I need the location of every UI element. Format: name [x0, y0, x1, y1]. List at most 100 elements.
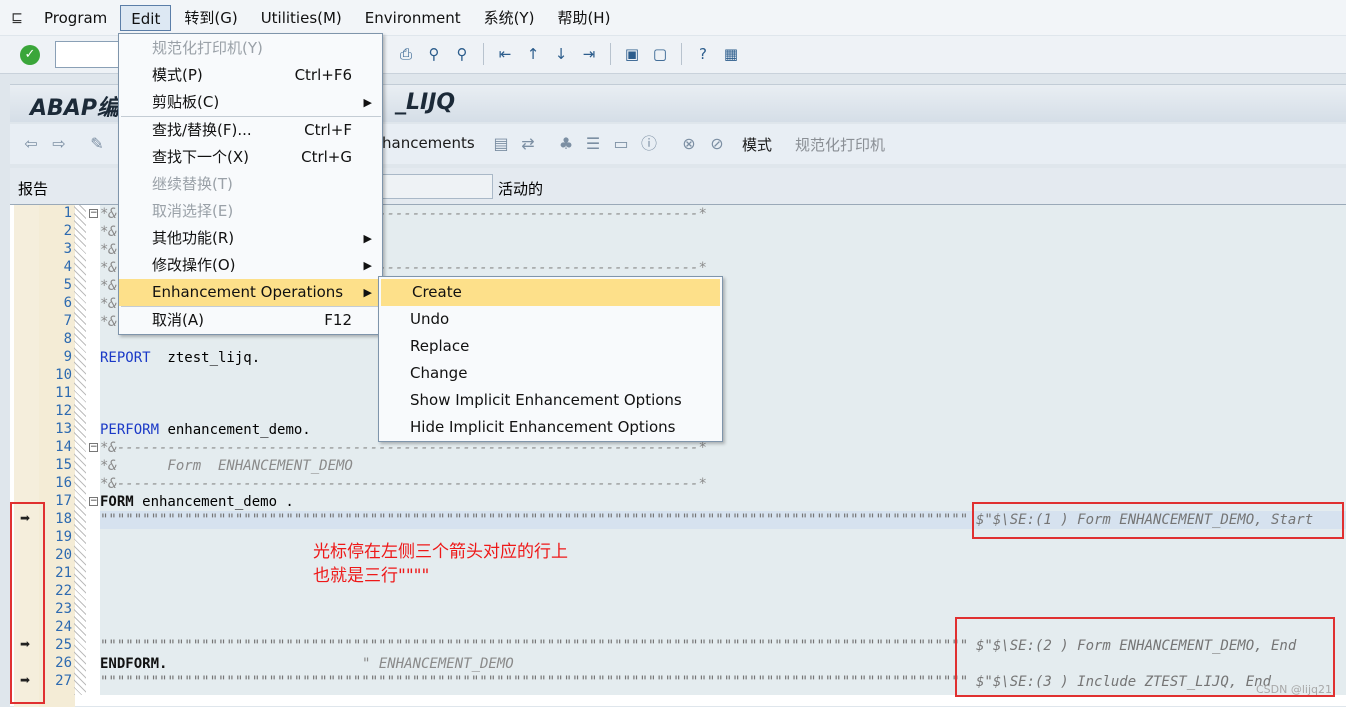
line-number: 10	[40, 367, 72, 383]
code-line: *& Form ENHANCEMENT_DEMO	[100, 457, 353, 475]
menu-item-hide-implicit[interactable]: Hide Implicit Enhancement Options	[379, 414, 722, 441]
forward-arrow-icon[interactable]: ⇨	[48, 134, 70, 154]
info-icon[interactable]: ⓘ	[638, 134, 660, 154]
shortcut-icon[interactable]: ▢	[649, 43, 671, 65]
keyword: PERFORM	[100, 422, 159, 438]
menu-goto[interactable]: 转到(G)	[174, 5, 247, 31]
enhancement-marker-line[interactable]: """"""""""""""""""""""""""""""""""""""""…	[100, 511, 970, 529]
stop-icon[interactable]: ⊘	[706, 134, 728, 154]
find-next-icon[interactable]: ⚲	[451, 43, 473, 65]
system-menu-icon[interactable]: ⊑	[0, 10, 34, 26]
find-icon[interactable]: ⚲	[423, 43, 445, 65]
menu-item-enhancement-operations[interactable]: Enhancement Operations ▶	[119, 279, 382, 306]
menu-item-show-implicit[interactable]: Show Implicit Enhancement Options	[379, 387, 722, 414]
code-line: *&	[100, 223, 117, 241]
menu-item-find-next[interactable]: 查找下一个(X)Ctrl+G	[119, 144, 382, 171]
watermark: CSDN @lijq21	[1256, 683, 1332, 696]
menu-item-change[interactable]: Change	[379, 360, 722, 387]
line-number: 8	[40, 331, 72, 347]
enhancements-button[interactable]: hancements	[382, 134, 475, 152]
display-change-icon[interactable]: ✎	[86, 134, 108, 154]
menu-edit[interactable]: Edit	[120, 5, 171, 31]
first-page-icon[interactable]: ⇤	[494, 43, 516, 65]
toolbar-icons: ⎙ ⚲ ⚲ ⇤ ↑ ↓ ⇥ ▣ ▢ ? ▦	[395, 43, 742, 65]
help-icon[interactable]: ?	[692, 43, 714, 65]
menu-item-other-functions[interactable]: 其他功能(R) ▶	[119, 225, 382, 252]
line-number: 6	[40, 295, 72, 311]
report-label: 报告	[18, 178, 48, 199]
keyword: ENDFORM.	[100, 656, 167, 672]
submenu-arrow-icon: ▶	[364, 225, 372, 252]
submenu-arrow-icon: ▶	[364, 279, 372, 306]
menu-item-deselect[interactable]: 取消选择(E)	[119, 198, 382, 225]
menu-item-create[interactable]: Create	[381, 279, 720, 306]
menu-item-replace[interactable]: Replace	[379, 333, 722, 360]
line-number: 13	[40, 421, 72, 437]
pattern-icon[interactable]: ▤	[490, 134, 512, 154]
menu-bar: ⊑ Program Edit 转到(G) Utilities(M) Enviro…	[0, 0, 1346, 35]
last-page-icon[interactable]: ⇥	[578, 43, 600, 65]
enhancement-marker-line[interactable]: """"""""""""""""""""""""""""""""""""""""…	[100, 673, 970, 691]
command-field[interactable]	[55, 41, 125, 68]
annotation-box-start	[972, 502, 1344, 539]
menu-item-label: Enhancement Operations	[152, 283, 343, 301]
back-arrow-icon[interactable]: ⇦	[20, 134, 42, 154]
menu-item-label: 其他功能(R)	[152, 229, 234, 247]
menu-program[interactable]: Program	[34, 5, 117, 31]
annotation-line: 光标停在左侧三个箭头对应的行上	[313, 540, 568, 564]
code-line: PERFORM enhancement_demo.	[100, 421, 311, 439]
menu-item-find-replace[interactable]: 查找/替换(F)... Ctrl+F	[119, 117, 382, 144]
line-number: 9	[40, 349, 72, 365]
enter-check-icon[interactable]: ✓	[20, 45, 40, 65]
where-used-icon[interactable]: ⇄	[517, 134, 539, 154]
line-number: 4	[40, 259, 72, 275]
menu-item-modify-operations[interactable]: 修改操作(O) ▶	[119, 252, 382, 279]
menu-item-label: 修改操作(O)	[152, 256, 236, 274]
fold-toggle-icon[interactable]: −	[89, 443, 98, 452]
prev-page-icon[interactable]: ↑	[522, 43, 544, 65]
menu-item-undo[interactable]: Undo	[379, 306, 722, 333]
menu-item-label: 继续替换(T)	[152, 175, 233, 193]
mode-button[interactable]: 模式	[742, 134, 772, 155]
menu-item-mode[interactable]: 模式(P)Ctrl+F6	[119, 62, 382, 89]
menu-item-pretty-printer[interactable]: 规范化打印机(Y)	[119, 35, 382, 62]
breakpoint-icon[interactable]: ⊗	[678, 134, 700, 154]
menu-utilities[interactable]: Utilities(M)	[251, 5, 352, 31]
next-page-icon[interactable]: ↓	[550, 43, 572, 65]
code-line: *&	[100, 277, 117, 295]
menu-system[interactable]: 系统(Y)	[474, 5, 545, 31]
menu-help[interactable]: 帮助(H)	[547, 5, 620, 31]
pretty-printer-button[interactable]: 规范化打印机	[795, 134, 885, 155]
line-number: 15	[40, 457, 72, 473]
menu-item-cancel[interactable]: 取消(A)F12	[119, 307, 382, 334]
code-text: enhancement_demo .	[134, 494, 294, 510]
menu-item-shortcut: F12	[324, 307, 352, 334]
line-number: 5	[40, 277, 72, 293]
print-icon[interactable]: ⎙	[395, 43, 417, 65]
annotation-text: 光标停在左侧三个箭头对应的行上 也就是三行""""	[313, 540, 568, 588]
menu-item-shortcut: Ctrl+F	[304, 117, 352, 144]
menu-environment[interactable]: Environment	[355, 5, 471, 31]
menu-item-label: 规范化打印机(Y)	[152, 39, 263, 57]
layout-icon[interactable]: ▭	[610, 134, 632, 154]
object-list-icon[interactable]: ☰	[582, 134, 604, 154]
code-text: enhancement_demo.	[159, 422, 311, 438]
fold-toggle-icon[interactable]: −	[89, 497, 98, 506]
new-session-icon[interactable]: ▣	[621, 43, 643, 65]
screen-title-suffix: _LIJQ	[395, 90, 455, 115]
line-number: 16	[40, 475, 72, 491]
code-comment: " ENHANCEMENT_DEMO	[362, 655, 514, 673]
submenu-arrow-icon: ▶	[364, 89, 372, 116]
annotation-box-arrows	[10, 502, 45, 704]
layout-menu-icon[interactable]: ▦	[720, 43, 742, 65]
submenu-arrow-icon: ▶	[364, 252, 372, 279]
menu-item-continue-replace[interactable]: 继续替换(T)	[119, 171, 382, 198]
menu-item-label: 查找/替换(F)...	[152, 121, 252, 139]
menu-item-clipboard[interactable]: 剪贴板(C)▶	[119, 89, 382, 116]
enhancement-marker-line[interactable]: """"""""""""""""""""""""""""""""""""""""…	[100, 637, 970, 655]
fold-toggle-icon[interactable]: −	[89, 209, 98, 218]
code-line: *&--------------------------------------…	[100, 475, 707, 493]
modification-marker-strip	[74, 205, 86, 695]
hierarchy-icon[interactable]: ♣	[555, 134, 577, 154]
code-line: FORM enhancement_demo .	[100, 493, 294, 511]
